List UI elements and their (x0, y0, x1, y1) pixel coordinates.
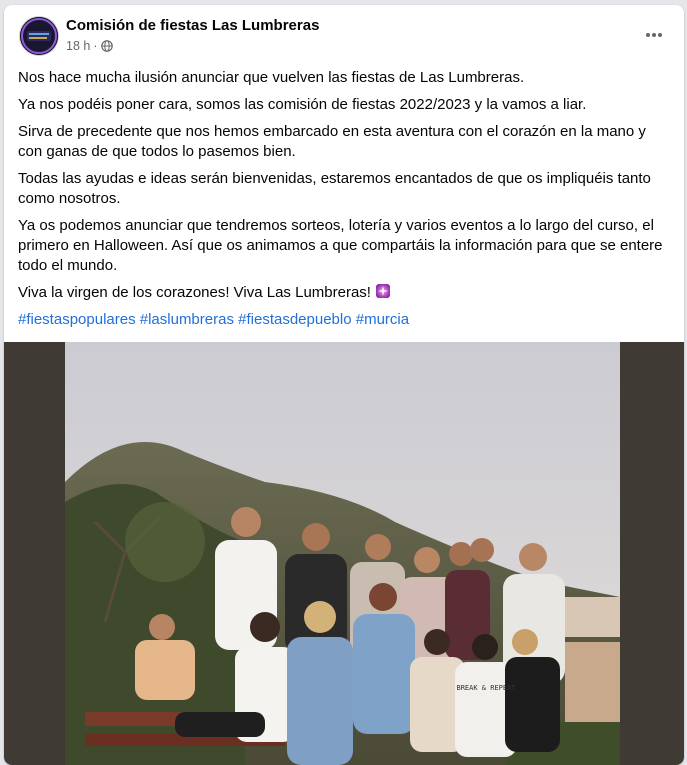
hashtag-link[interactable]: #laslumbreras (140, 311, 234, 328)
globe-icon[interactable] (100, 40, 113, 52)
page-name[interactable]: Comisión de fiestas Las Lumbreras (66, 17, 319, 34)
post-header: Comisión de fiestas Las Lumbreras 18 h · (4, 5, 684, 61)
post-paragraph: Ya nos podéis poner cara, somos las comi… (18, 96, 587, 113)
post-photo-frame[interactable]: BREAK & REPEAT (4, 342, 684, 765)
meta-separator: · (93, 39, 98, 53)
post-body: Nos hace mucha ilusión anunciar que vuel… (18, 68, 673, 337)
post-closing-line: Viva la virgen de los corazones! Viva La… (18, 283, 673, 303)
post-hashtags: #fiestaspopulares #laslumbreras #fiestas… (18, 310, 673, 330)
hashtag-link[interactable]: #fiestaspopulares (18, 311, 136, 328)
more-dots-icon (646, 33, 662, 37)
sparkle-emoji-icon (375, 283, 391, 299)
post-time[interactable]: 18 h (66, 39, 90, 53)
post-paragraph: Todas las ayudas e ideas serán bienvenid… (18, 170, 651, 207)
post-closing-text: Viva la virgen de los corazones! Viva La… (18, 284, 371, 301)
avatar-logo (20, 17, 58, 55)
more-options-button[interactable] (640, 21, 668, 49)
post-meta: 18 h · (66, 39, 113, 53)
page-avatar[interactable] (19, 16, 59, 56)
hashtag-link[interactable]: #fiestasdepueblo (238, 311, 351, 328)
group-photo[interactable]: BREAK & REPEAT (65, 342, 620, 765)
hashtag-link[interactable]: #murcia (356, 311, 409, 328)
post-paragraph: Sirva de precedente que nos hemos embarc… (18, 123, 646, 160)
photo-shirt-text: BREAK & REPEAT (456, 684, 516, 692)
post-paragraph: Ya os podemos anunciar que tendremos sor… (18, 217, 663, 274)
post-paragraph: Nos hace mucha ilusión anunciar que vuel… (18, 69, 525, 86)
post-card: Comisión de fiestas Las Lumbreras 18 h ·… (4, 5, 684, 765)
